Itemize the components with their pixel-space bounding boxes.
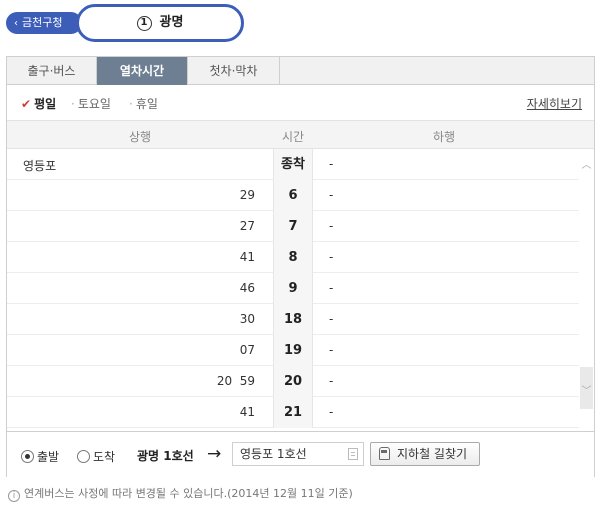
detail-link[interactable]: 자세히보기 xyxy=(527,95,582,112)
check-icon: ✔ xyxy=(21,97,32,111)
scrollbar[interactable]: ︿ ﹀ xyxy=(579,149,594,432)
prev-station-button[interactable]: ‹ 금천구청 xyxy=(6,12,82,34)
current-station-label: 광명 xyxy=(159,15,184,30)
column-header: 상행 시간 하행 xyxy=(7,121,594,149)
scroll-down-icon[interactable]: ﹀ xyxy=(580,385,593,399)
up-cell: 41 xyxy=(239,250,255,264)
hour-cell: 종착 xyxy=(273,149,313,180)
scroll-up-icon[interactable]: ︿ xyxy=(580,159,593,173)
hour-cell: 18 xyxy=(273,304,313,335)
list-icon xyxy=(348,448,358,460)
day-filter: ✔ 평일 · 토요일 · 휴일 자세히보기 xyxy=(7,85,594,119)
down-cell: - xyxy=(329,157,334,171)
down-cell: - xyxy=(329,312,334,326)
prev-station-label: 금천구청 xyxy=(22,16,63,29)
hour-cell: 8 xyxy=(273,242,313,273)
timetable-panel: 출구·버스 열차시간 첫차·막차 ✔ 평일 · 토요일 · 휴일 자세히보기 상행 시… xyxy=(6,56,595,477)
tab-bar: 출구·버스 열차시간 첫차·막차 xyxy=(7,57,594,85)
day-weekday[interactable]: ✔ 평일 xyxy=(21,95,56,112)
table-row: 29 6 - xyxy=(7,180,579,211)
notice: i 연계버스는 사정에 따라 변경될 수 있습니다.(2014년 12월 11일 … xyxy=(8,485,353,502)
tab-first-last[interactable]: 첫차·막차 xyxy=(188,57,280,85)
column-up: 상행 xyxy=(129,130,152,144)
down-cell: - xyxy=(329,343,334,357)
origin-line-label: 광명 1호선 xyxy=(137,449,194,463)
arrow-right-icon: → xyxy=(207,444,222,464)
up-cell: 27 xyxy=(239,219,255,233)
table-row: 46 9 - xyxy=(7,273,579,304)
table-row: 20 59 20 - xyxy=(7,366,579,397)
tab-exit-bus[interactable]: 출구·버스 xyxy=(7,57,97,85)
day-holiday-label: 휴일 xyxy=(135,97,158,111)
subway-route-button[interactable]: 지하철 길찾기 xyxy=(370,442,480,466)
up-cell: 영등포 xyxy=(23,159,57,173)
route-button-label: 지하철 길찾기 xyxy=(397,447,468,461)
destination-select[interactable]: 영등포 1호선 xyxy=(232,442,364,466)
timetable-rows[interactable]: 영등포 종착 - 29 6 - 27 7 - 41 8 - 46 9 - 30 … xyxy=(7,149,579,432)
hour-cell: 9 xyxy=(273,273,313,304)
info-icon: i xyxy=(8,490,20,502)
destination-value: 영등포 1호선 xyxy=(240,447,307,461)
radio-checked-icon xyxy=(21,450,34,463)
table-row: 27 7 - xyxy=(7,211,579,242)
table-row: 07 19 - xyxy=(7,335,579,366)
table-row: 41 21 - xyxy=(7,397,579,428)
bullet-icon: · xyxy=(129,97,133,111)
radio-depart[interactable]: 출발 xyxy=(21,448,59,465)
column-down: 하행 xyxy=(433,130,456,144)
table-row: 30 18 - xyxy=(7,304,579,335)
train-icon xyxy=(379,447,390,460)
hour-cell: 21 xyxy=(273,397,313,428)
timetable: 상행 시간 하행 영등포 종착 - 29 6 - 27 7 - 41 8 - 4… xyxy=(7,120,594,432)
notice-text: 연계버스는 사정에 따라 변경될 수 있습니다.(2014년 12월 11일 기… xyxy=(24,487,353,500)
route-controls: 출발 도착 광명 1호선 → 영등포 1호선 지하철 길찾기 xyxy=(7,431,594,477)
down-cell: - xyxy=(329,405,334,419)
radio-depart-label: 출발 xyxy=(37,450,60,464)
table-row: 영등포 종착 - xyxy=(7,149,579,180)
up-cell: 41 xyxy=(239,405,255,419)
day-weekday-label: 평일 xyxy=(34,97,57,111)
down-cell: - xyxy=(329,250,334,264)
radio-unchecked-icon xyxy=(77,450,90,463)
up-cell: 07 xyxy=(239,343,255,357)
bullet-icon: · xyxy=(71,97,75,111)
up-cell: 20 59 xyxy=(216,374,255,388)
down-cell: - xyxy=(329,219,334,233)
column-time: 시간 xyxy=(282,130,305,144)
up-cell: 46 xyxy=(239,281,255,295)
hour-cell: 6 xyxy=(273,180,313,211)
table-row: 41 8 - xyxy=(7,242,579,273)
current-station-pill: 1 광명 xyxy=(76,4,244,42)
up-cell: 29 xyxy=(239,188,255,202)
chevron-left-icon: ‹ xyxy=(14,18,18,29)
down-cell: - xyxy=(329,281,334,295)
day-saturday[interactable]: · 토요일 xyxy=(71,95,111,112)
hour-cell: 19 xyxy=(273,335,313,366)
station-number-badge: 1 xyxy=(136,16,152,31)
radio-arrive-label: 도착 xyxy=(93,450,116,464)
day-saturday-label: 토요일 xyxy=(77,97,111,111)
down-cell: - xyxy=(329,374,334,388)
hour-cell: 20 xyxy=(273,366,313,397)
radio-arrive[interactable]: 도착 xyxy=(77,448,115,465)
day-holiday[interactable]: · 휴일 xyxy=(129,95,158,112)
tab-train-times[interactable]: 열차시간 xyxy=(97,57,188,85)
up-cell: 30 xyxy=(239,312,255,326)
station-header: ‹ 금천구청 1 광명 xyxy=(6,4,246,42)
down-cell: - xyxy=(329,188,334,202)
hour-cell: 7 xyxy=(273,211,313,242)
